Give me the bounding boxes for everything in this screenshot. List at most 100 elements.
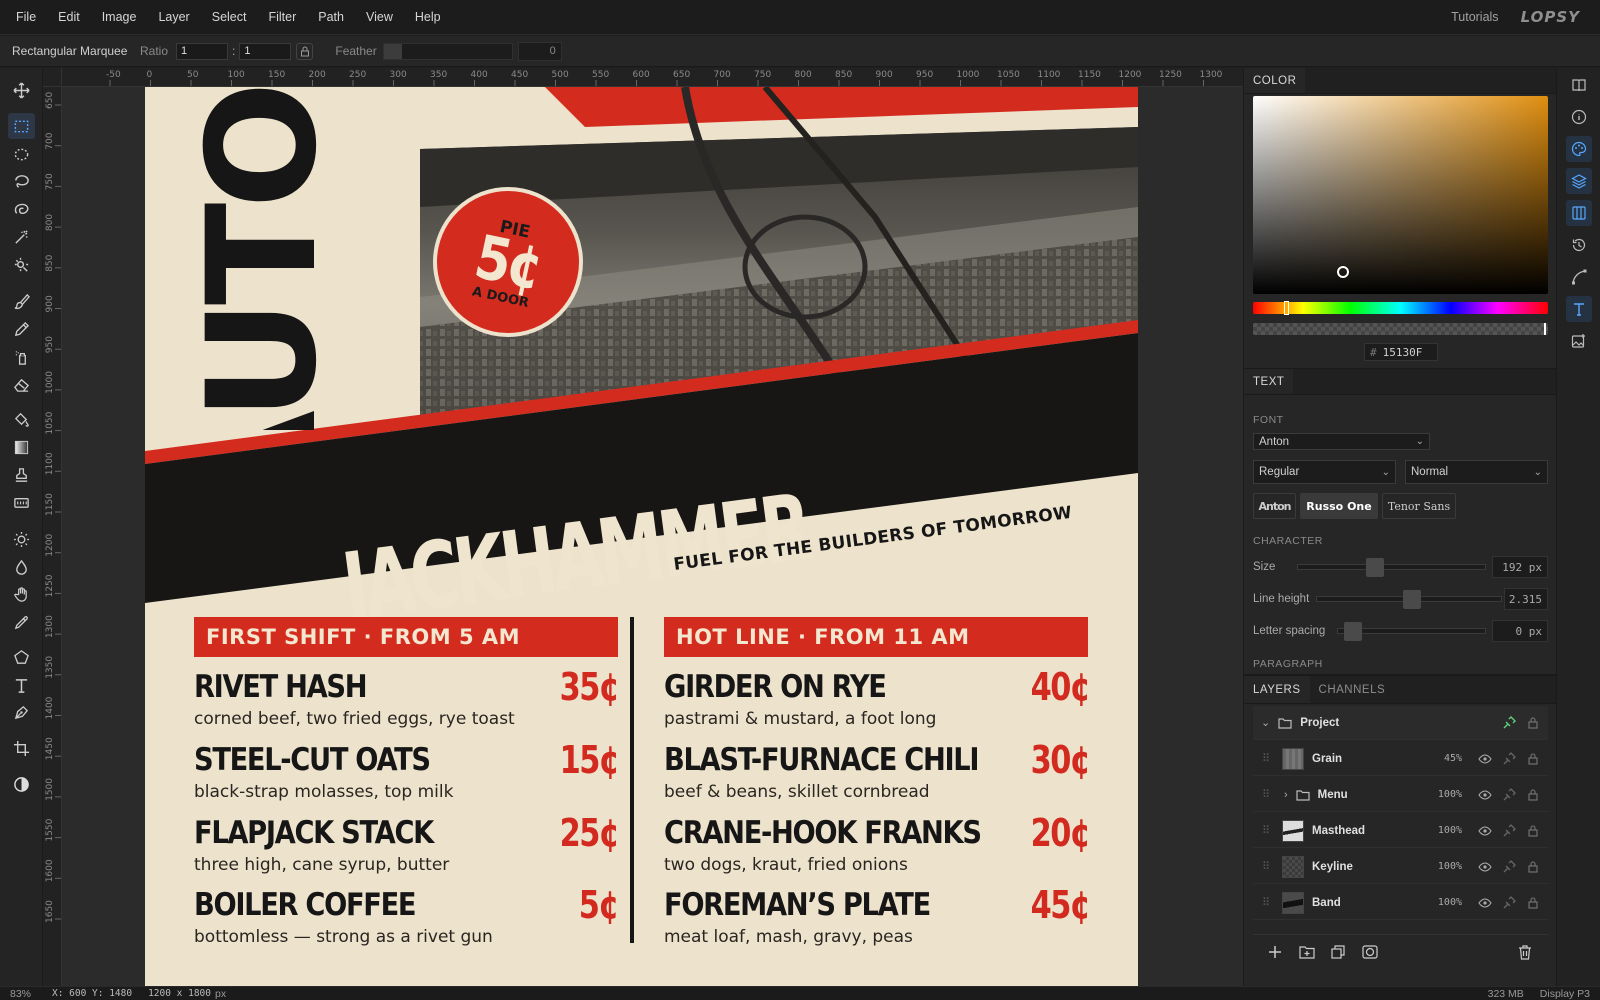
eraser-tool[interactable] bbox=[8, 371, 35, 397]
polygon-lasso-tool[interactable] bbox=[8, 196, 35, 222]
magic-wand-tool[interactable] bbox=[8, 224, 35, 250]
line-height-value[interactable]: 2.315 bbox=[1504, 588, 1548, 610]
add-layer-icon[interactable] bbox=[1268, 945, 1282, 959]
rail-color-button[interactable] bbox=[1566, 136, 1592, 162]
drag-handle-icon[interactable]: ⠿ bbox=[1259, 752, 1273, 765]
link-icon[interactable] bbox=[1502, 751, 1516, 766]
link-icon[interactable] bbox=[1502, 715, 1516, 730]
dodge-tool[interactable] bbox=[8, 526, 35, 552]
adjustment-tool[interactable] bbox=[8, 771, 35, 797]
lock-icon[interactable] bbox=[1526, 788, 1540, 802]
menu-filter[interactable]: Filter bbox=[257, 10, 307, 24]
rail-book-button[interactable] bbox=[1566, 72, 1592, 98]
chevron-right-icon[interactable]: › bbox=[1284, 789, 1288, 801]
alpha-slider[interactable] bbox=[1253, 323, 1548, 335]
link-icon[interactable] bbox=[1502, 787, 1516, 802]
eye-icon[interactable] bbox=[1478, 788, 1492, 802]
brush-tool[interactable] bbox=[8, 288, 35, 314]
tutorials-link[interactable]: Tutorials bbox=[1451, 10, 1498, 24]
rail-layers-button[interactable] bbox=[1566, 168, 1592, 194]
tab-color[interactable]: COLOR bbox=[1244, 68, 1306, 93]
layer-opacity[interactable]: 45% bbox=[1444, 753, 1462, 764]
stamp-tool[interactable] bbox=[8, 462, 35, 488]
lock-icon[interactable] bbox=[1526, 896, 1540, 910]
rail-history-button[interactable] bbox=[1566, 232, 1592, 258]
pen-tool[interactable] bbox=[8, 699, 35, 725]
hex-value[interactable]: 15130F bbox=[1383, 346, 1423, 359]
size-slider-handle[interactable] bbox=[1366, 558, 1384, 577]
hue-slider[interactable] bbox=[1253, 301, 1548, 315]
eye-icon[interactable] bbox=[1478, 896, 1492, 910]
pattern-tool[interactable] bbox=[8, 489, 35, 515]
canvas-area[interactable]: AUTON PIE 5¢ A DOOR JACKHAMMER FUEL FOR … bbox=[62, 87, 1243, 986]
lock-icon[interactable] bbox=[1526, 716, 1540, 730]
rail-image-button[interactable] bbox=[1566, 328, 1592, 354]
blend-mode-select[interactable]: Normal ⌄ bbox=[1405, 460, 1548, 484]
link-icon[interactable] bbox=[1502, 859, 1516, 874]
ellipse-marquee-tool[interactable] bbox=[8, 141, 35, 167]
menu-file[interactable]: File bbox=[0, 10, 47, 24]
gradient-tool[interactable] bbox=[8, 434, 35, 460]
size-slider[interactable] bbox=[1297, 558, 1486, 577]
lock-icon[interactable] bbox=[1526, 860, 1540, 874]
font-family-select[interactable]: Anton ⌄ bbox=[1253, 433, 1430, 450]
drag-handle-icon[interactable]: ⠿ bbox=[1259, 788, 1273, 801]
size-value[interactable]: 192 px bbox=[1492, 556, 1548, 578]
menu-help[interactable]: Help bbox=[404, 10, 452, 24]
new-folder-icon[interactable] bbox=[1299, 945, 1315, 959]
smudge-tool[interactable] bbox=[8, 581, 35, 607]
layer-row-masthead[interactable]: ⠿ Masthead 100% bbox=[1253, 814, 1548, 848]
ratio-height-input[interactable] bbox=[239, 42, 292, 60]
link-icon[interactable] bbox=[1502, 823, 1516, 838]
color-picker-handle[interactable] bbox=[1337, 266, 1349, 278]
letter-spacing-value[interactable]: 0 px bbox=[1492, 620, 1548, 642]
font-chip-russo-one[interactable]: Russo One bbox=[1300, 493, 1378, 519]
saturation-value-picker[interactable] bbox=[1253, 96, 1548, 294]
feather-slider[interactable] bbox=[382, 42, 513, 60]
eye-icon[interactable] bbox=[1478, 860, 1492, 874]
crop-tool[interactable] bbox=[8, 735, 35, 761]
tab-layers[interactable]: LAYERS bbox=[1244, 676, 1310, 703]
layer-opacity[interactable]: 100% bbox=[1438, 789, 1462, 800]
letter-spacing-slider-handle[interactable] bbox=[1344, 622, 1362, 641]
line-height-slider-handle[interactable] bbox=[1403, 590, 1421, 609]
link-icon[interactable] bbox=[1502, 895, 1516, 910]
tab-text[interactable]: TEXT bbox=[1244, 369, 1294, 394]
font-style-select[interactable]: Regular ⌄ bbox=[1253, 460, 1396, 484]
rail-text-button[interactable] bbox=[1566, 296, 1592, 322]
mask-icon[interactable] bbox=[1362, 945, 1378, 959]
feather-value[interactable]: 0 bbox=[517, 41, 562, 61]
line-height-slider[interactable] bbox=[1316, 590, 1502, 609]
layer-opacity[interactable]: 100% bbox=[1438, 825, 1462, 836]
lasso-tool[interactable] bbox=[8, 168, 35, 194]
menu-select[interactable]: Select bbox=[201, 10, 258, 24]
zoom-level[interactable]: 83% bbox=[10, 988, 50, 1000]
lock-icon[interactable] bbox=[1526, 824, 1540, 838]
text-tool[interactable] bbox=[8, 672, 35, 698]
fill-tool[interactable] bbox=[8, 406, 35, 432]
ratio-lock-button[interactable] bbox=[296, 42, 314, 60]
eyedropper-tool[interactable] bbox=[8, 609, 35, 635]
rail-channels-button[interactable] bbox=[1566, 200, 1592, 226]
menu-view[interactable]: View bbox=[355, 10, 404, 24]
drag-handle-icon[interactable]: ⠿ bbox=[1259, 860, 1273, 873]
menu-layer[interactable]: Layer bbox=[147, 10, 200, 24]
drag-handle-icon[interactable]: ⠿ bbox=[1259, 896, 1273, 909]
eye-icon[interactable] bbox=[1478, 824, 1492, 838]
pencil-tool[interactable] bbox=[8, 316, 35, 342]
menu-image[interactable]: Image bbox=[91, 10, 148, 24]
rail-info-button[interactable] bbox=[1566, 104, 1592, 130]
duplicate-icon[interactable] bbox=[1331, 945, 1345, 959]
shape-tool[interactable] bbox=[8, 644, 35, 670]
drag-handle-icon[interactable]: ⠿ bbox=[1259, 824, 1273, 837]
poster-artboard[interactable]: AUTON PIE 5¢ A DOOR JACKHAMMER FUEL FOR … bbox=[145, 87, 1138, 986]
hue-slider-handle[interactable] bbox=[1284, 301, 1289, 315]
rect-marquee-tool[interactable] bbox=[8, 113, 35, 139]
spray-tool[interactable] bbox=[8, 344, 35, 370]
ratio-width-input[interactable] bbox=[176, 42, 229, 60]
layer-opacity[interactable]: 100% bbox=[1438, 897, 1462, 908]
hex-input[interactable]: # 15130F bbox=[1364, 343, 1438, 361]
lock-icon[interactable] bbox=[1526, 752, 1540, 766]
tab-channels[interactable]: CHANNELS bbox=[1310, 676, 1395, 703]
letter-spacing-slider[interactable] bbox=[1337, 622, 1486, 641]
